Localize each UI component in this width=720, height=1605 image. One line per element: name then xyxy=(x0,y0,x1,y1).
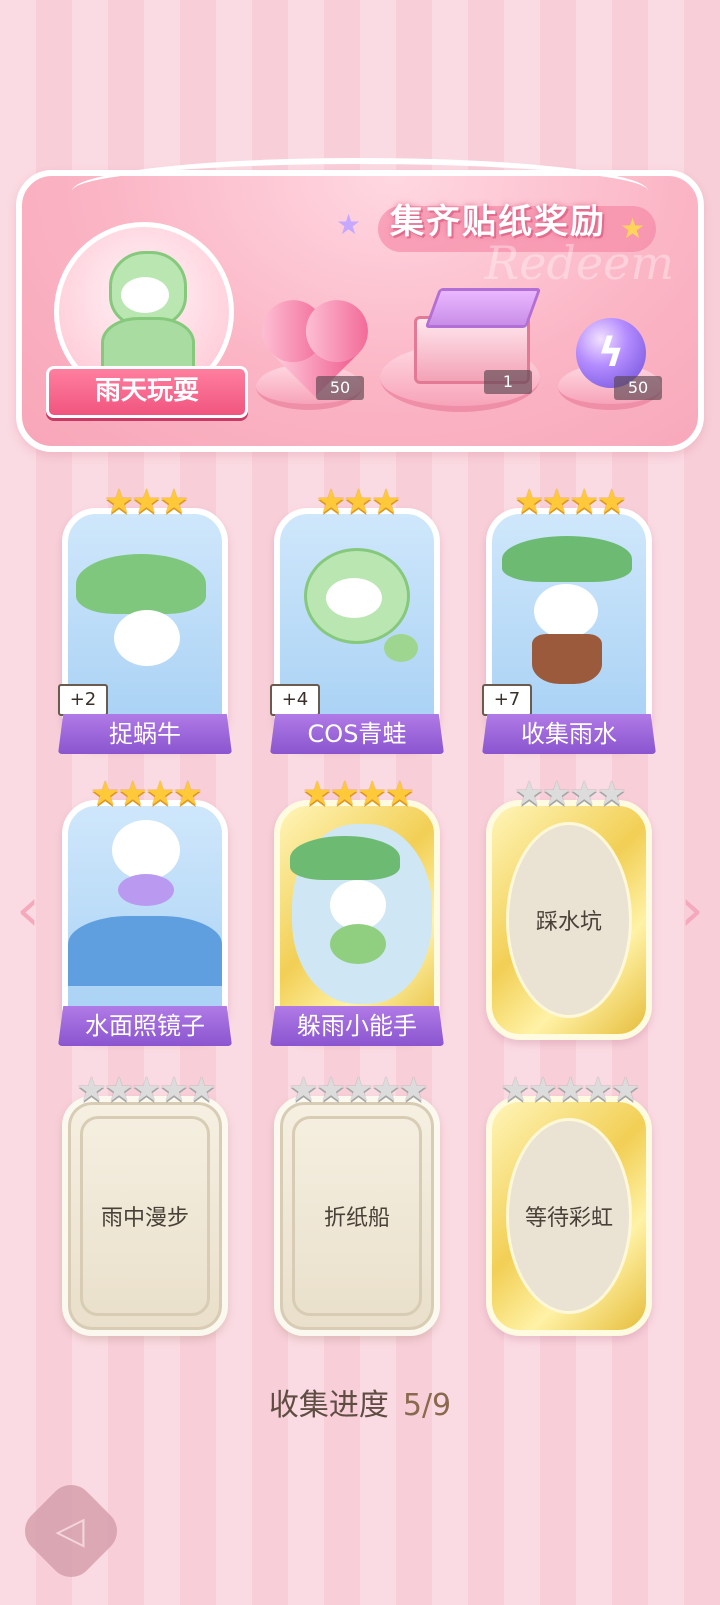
lotus-leaf-icon xyxy=(502,536,632,582)
calico-cat-icon xyxy=(112,820,180,880)
redeem-watermark: Redeem xyxy=(484,236,674,290)
apron-icon xyxy=(532,634,602,684)
sticker-card-locked[interactable]: ★★★★ 踩水坑 xyxy=(486,774,652,1040)
gift-box-lid xyxy=(424,288,542,328)
sticker-name: 水面照镜子 xyxy=(58,1006,232,1046)
reward-count: 1 xyxy=(484,370,532,394)
collection-progress: 收集进度 5/9 xyxy=(0,1380,720,1424)
star-rating: ★★★★ xyxy=(302,774,415,814)
progress-value: 5/9 xyxy=(402,1388,452,1423)
sticker-name: 捉蜗牛 xyxy=(58,714,232,754)
star-rating: ★★★★ xyxy=(90,774,203,814)
sticker-name: 雨中漫步 xyxy=(100,1206,189,1231)
star-rating: ★★★★★ xyxy=(500,1070,640,1110)
theme-label: 雨天玩耍 xyxy=(46,366,248,418)
sticker-name: COS青蛙 xyxy=(270,714,444,754)
sticker-name: 折纸船 xyxy=(323,1206,390,1231)
star-rating: ★★★ xyxy=(103,482,189,522)
sticker-card[interactable]: ★★★★ +7 收集雨水 xyxy=(482,482,656,754)
star-rating: ★★★★ xyxy=(514,774,627,814)
sticker-name: 收集雨水 xyxy=(482,714,656,754)
cat-face-icon xyxy=(121,277,169,313)
reward-count: 50 xyxy=(316,376,364,400)
progress-label: 收集进度 xyxy=(268,1388,389,1423)
calico-cat-icon xyxy=(534,584,598,638)
lotus-leaf-icon xyxy=(76,554,206,614)
reward-banner: ★ ★ 集齐贴纸奖励 Redeem 雨天玩耍 50 1 ϟ 50 xyxy=(16,158,704,452)
frog-costume-icon xyxy=(330,924,386,964)
sticker-card[interactable]: ★★★ +2 捉蜗牛 xyxy=(58,482,232,754)
star-rating: ★★★★★ xyxy=(288,1070,428,1110)
puppy-icon xyxy=(114,610,180,666)
duplicate-count-badge: +7 xyxy=(482,684,532,716)
lotus-leaf-icon xyxy=(290,836,400,880)
sticker-card-locked[interactable]: ★★★★★ 折纸船 xyxy=(274,1070,440,1336)
sticker-card-locked[interactable]: ★★★★★ 等待彩虹 xyxy=(486,1070,652,1336)
star-icon: ★ xyxy=(336,208,362,241)
prev-page-arrow-icon[interactable]: ‹ xyxy=(8,880,48,940)
sticker-card-locked[interactable]: ★★★★★ 雨中漫步 xyxy=(62,1070,228,1336)
star-rating: ★★★ xyxy=(315,482,401,522)
water-reflection-icon xyxy=(68,916,222,986)
sticker-name: 踩水坑 xyxy=(535,910,602,935)
back-arrow-icon: ◁ xyxy=(55,1508,85,1552)
cat-face-icon xyxy=(326,578,382,618)
next-page-arrow-icon[interactable]: › xyxy=(672,880,712,940)
reward-count: 50 xyxy=(614,376,662,400)
dress-icon xyxy=(118,874,174,906)
sticker-card[interactable]: ★★★ +4 COS青蛙 xyxy=(270,482,444,754)
sticker-card[interactable]: ★★★★ 水面照镜子 xyxy=(58,774,232,1046)
sticker-name: 等待彩虹 xyxy=(524,1206,613,1231)
sticker-card[interactable]: ★★★★ 躲雨小能手 xyxy=(270,774,444,1046)
sticker-name: 躲雨小能手 xyxy=(270,1006,444,1046)
small-frog-icon xyxy=(384,634,418,662)
star-rating: ★★★★ xyxy=(514,482,627,522)
duplicate-count-badge: +4 xyxy=(270,684,320,716)
bunny-icon xyxy=(330,880,386,930)
duplicate-count-badge: +2 xyxy=(58,684,108,716)
star-rating: ★★★★★ xyxy=(76,1070,216,1110)
